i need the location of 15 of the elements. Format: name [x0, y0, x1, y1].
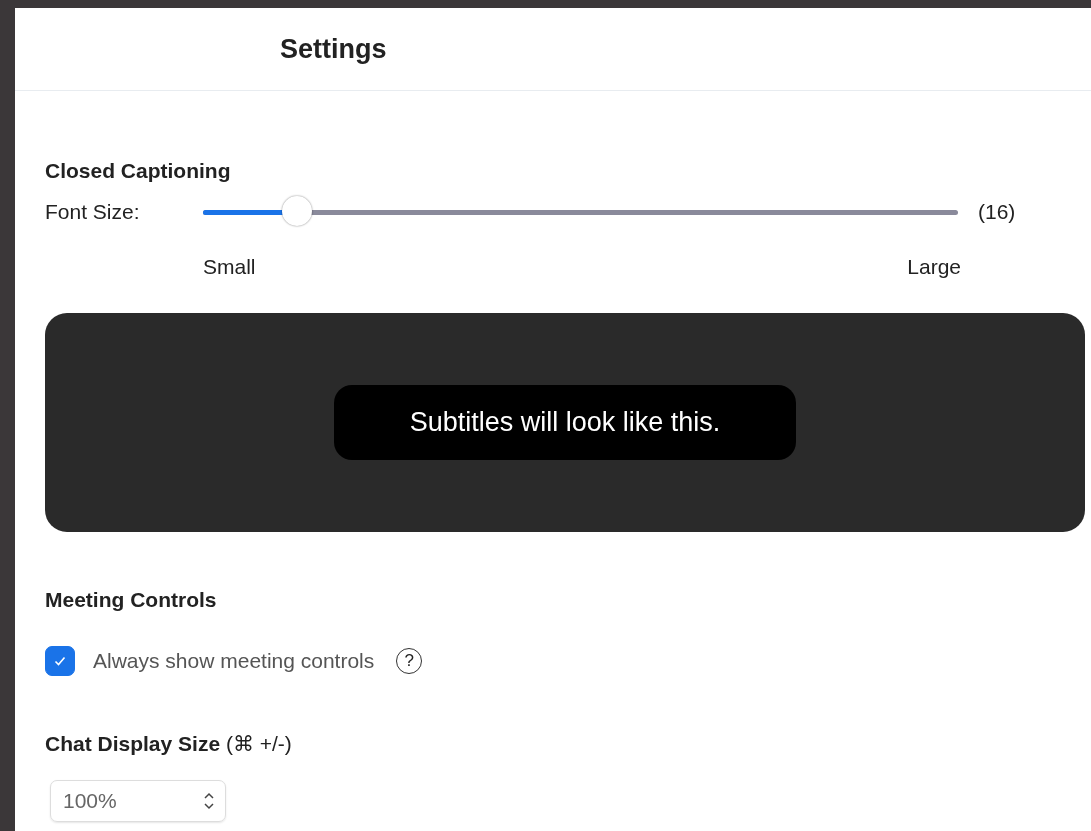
checkbox[interactable]	[45, 646, 75, 676]
subtitle-sample: Subtitles will look like this.	[333, 385, 797, 460]
size-select[interactable]: 100%	[50, 780, 226, 822]
window-title: Settings	[280, 33, 387, 65]
font-size-label: Font Size:	[45, 200, 141, 224]
slider-min-label: Small	[203, 255, 256, 279]
font-size-reading: (16)	[978, 200, 1016, 224]
slider-max-label: Large	[907, 255, 961, 279]
section-heading: Chat Display Size (⌘ +/-)	[45, 732, 293, 756]
section-heading: Meeting Controls	[45, 588, 218, 612]
section-heading: Closed Captioning	[45, 159, 232, 183]
slider-thumb[interactable]	[282, 195, 313, 226]
stepper-icon	[203, 791, 215, 811]
checkbox-label[interactable]: Always show meeting controls	[93, 649, 375, 673]
check-icon	[53, 654, 67, 668]
